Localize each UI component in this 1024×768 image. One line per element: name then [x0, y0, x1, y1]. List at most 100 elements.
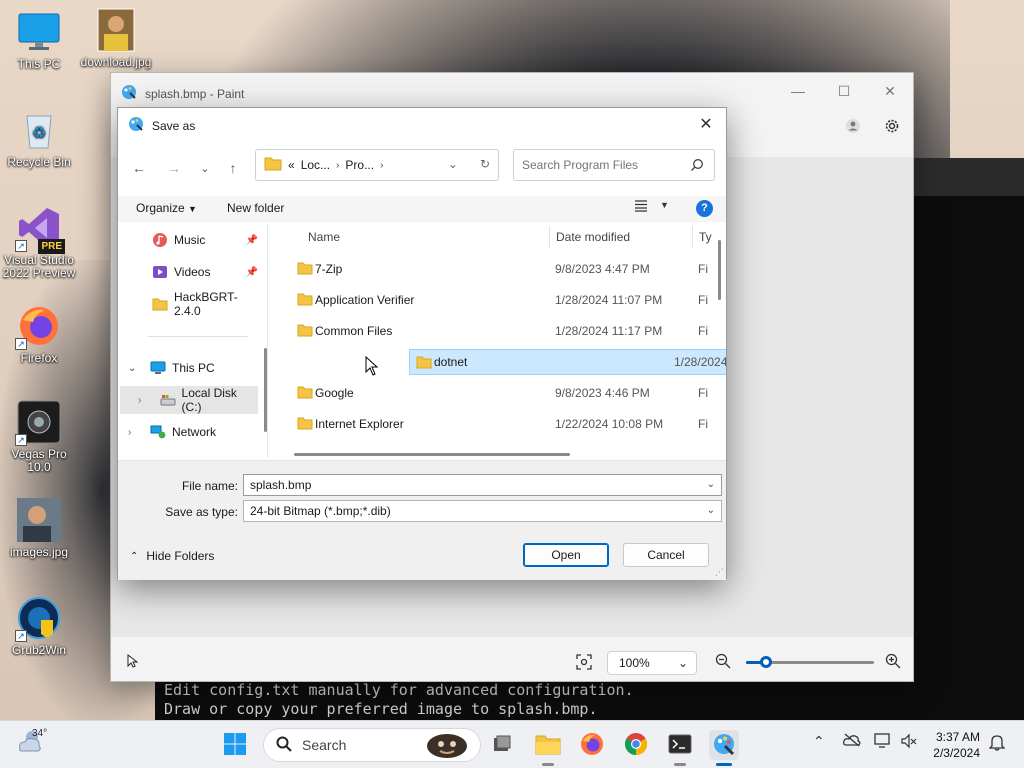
column-separator[interactable]: [692, 226, 693, 248]
nav-pane-scrollbar[interactable]: [264, 348, 267, 432]
file-type: Fi: [698, 417, 708, 431]
address-bar[interactable]: « Loc... › Pro... › ⌄ ↻: [255, 149, 499, 181]
up-button[interactable]: ↑: [222, 157, 244, 179]
file-name-field[interactable]: splash.bmp ⌄: [243, 474, 722, 496]
close-button[interactable]: ✕: [867, 73, 913, 109]
zoom-out-icon[interactable]: [715, 653, 731, 672]
desktop-icon-grub2win[interactable]: ↗ Grub2Win: [1, 596, 77, 657]
taskbar-task-view[interactable]: [487, 730, 517, 760]
gear-icon[interactable]: [883, 117, 901, 138]
refresh-icon[interactable]: ↻: [480, 157, 490, 171]
terminal-icon: [668, 734, 692, 757]
onedrive-offline-icon[interactable]: [843, 733, 861, 750]
chevron-down-icon[interactable]: ⌄: [128, 363, 144, 374]
volume-muted-icon[interactable]: [901, 733, 917, 752]
recent-locations-button[interactable]: ⌄: [194, 157, 216, 179]
save-as-type-select[interactable]: 24-bit Bitmap (*.bmp;*.dib) ⌄: [243, 500, 722, 522]
new-folder-button[interactable]: New folder: [227, 201, 284, 215]
network-disconnected-icon[interactable]: [874, 733, 892, 752]
resize-grip-icon[interactable]: ⋰: [715, 567, 724, 578]
address-segment[interactable]: Loc...: [301, 158, 330, 172]
taskbar-terminal[interactable]: [665, 730, 695, 766]
chevron-down-icon[interactable]: ⌄: [448, 157, 458, 171]
hide-folders-button[interactable]: ⌃ Hide Folders: [130, 549, 214, 563]
paint-toolbar-right: [845, 117, 901, 138]
mouse-cursor-icon: [365, 355, 379, 379]
open-button[interactable]: Open: [523, 543, 609, 567]
desktop-icon-recycle-bin[interactable]: ♻ Recycle Bin: [1, 108, 77, 169]
image-thumbnail-icon: [94, 8, 138, 52]
shortcut-arrow-icon: ↗: [15, 240, 27, 252]
file-list-horizontal-scrollbar[interactable]: [294, 453, 570, 456]
nav-item-network[interactable]: › Network: [118, 418, 264, 446]
nav-item-local-disk[interactable]: › Local Disk (C:): [120, 386, 258, 414]
file-row[interactable]: Application Verifier 1/28/2024 11:07 PM …: [291, 287, 711, 313]
taskbar-firefox[interactable]: [577, 730, 607, 760]
dialog-title: Save as: [152, 118, 196, 133]
weather-widget[interactable]: 34°: [16, 728, 47, 756]
chevron-down-icon[interactable]: ⌄: [707, 475, 715, 495]
taskbar-search[interactable]: Search: [263, 728, 481, 762]
column-header-type[interactable]: Ty: [699, 224, 712, 250]
save-as-dialog[interactable]: Save as ✕ ← → ⌄ ↑ « Loc... › Pro... › ⌄ …: [117, 107, 727, 580]
search-input[interactable]: [522, 158, 682, 172]
desktop-icon-download-jpg[interactable]: download.jpg: [78, 8, 154, 69]
desktop-icon-this-pc[interactable]: This PC: [1, 10, 77, 71]
taskbar-clock[interactable]: 3:37 AM 2/3/2024: [924, 729, 980, 761]
fit-screen-icon[interactable]: [576, 654, 592, 673]
help-button[interactable]: ?: [696, 200, 713, 217]
zoom-in-icon[interactable]: [885, 653, 901, 672]
chevron-right-icon[interactable]: ›: [138, 395, 154, 406]
address-overflow[interactable]: «: [288, 158, 295, 172]
running-indicator: [542, 763, 554, 766]
desktop-icon-images-jpg[interactable]: images.jpg: [1, 498, 77, 559]
change-view-button[interactable]: ▼: [634, 200, 669, 215]
shortcut-arrow-icon: ↗: [15, 630, 27, 642]
organize-button[interactable]: Organize ▼: [136, 201, 197, 215]
file-row-selected[interactable]: dotnet 1/28/2024 11:00 PM Fi: [409, 349, 726, 375]
nav-item-this-pc[interactable]: ⌄ This PC: [118, 354, 264, 382]
video-icon: [152, 264, 168, 280]
start-button[interactable]: [220, 730, 250, 760]
paint-app-icon: [128, 116, 144, 135]
taskbar-paint[interactable]: [709, 730, 739, 766]
column-header-date[interactable]: Date modified: [556, 224, 630, 250]
back-button[interactable]: ←: [128, 157, 150, 179]
notification-bell-icon[interactable]: [988, 733, 1006, 754]
dialog-close-button[interactable]: ✕: [692, 111, 720, 137]
nav-item-label: Music: [174, 233, 206, 247]
forward-button[interactable]: →: [163, 157, 185, 179]
column-header-name[interactable]: Name: [308, 224, 340, 250]
file-date: 9/8/2023 4:47 PM: [555, 262, 650, 276]
file-row[interactable]: Common Files 1/28/2024 11:17 PM Fi: [291, 318, 711, 344]
desktop-icon-firefox[interactable]: ↗ Firefox: [1, 304, 77, 365]
address-segment[interactable]: Pro...: [345, 158, 374, 172]
chevron-right-icon[interactable]: ›: [128, 427, 144, 438]
taskbar-file-explorer[interactable]: [533, 730, 563, 766]
nav-item-videos[interactable]: Videos 📌: [118, 258, 264, 286]
zoom-slider[interactable]: [746, 656, 874, 668]
file-row[interactable]: 7-Zip 9/8/2023 4:47 PM Fi: [291, 256, 711, 282]
desktop-icon-visual-studio[interactable]: PRE ↗ Visual Studio 2022 Preview: [1, 206, 77, 280]
image-thumbnail-icon: [17, 498, 61, 542]
nav-item-music[interactable]: Music 📌: [118, 226, 264, 254]
zoom-level-dropdown[interactable]: 100% ⌄: [607, 651, 697, 675]
svg-text:♻: ♻: [32, 123, 46, 142]
column-separator[interactable]: [549, 226, 550, 248]
account-icon[interactable]: [845, 118, 861, 137]
maximize-button[interactable]: ☐: [821, 73, 867, 109]
cancel-button[interactable]: Cancel: [623, 543, 709, 567]
taskbar-chrome[interactable]: [621, 730, 651, 760]
file-name: Google: [315, 386, 354, 400]
desktop-icon-vegas-pro[interactable]: ↗ Vegas Pro 10.0: [1, 400, 77, 474]
minimize-button[interactable]: —: [775, 73, 821, 109]
show-hidden-icons-chevron-icon[interactable]: ⌃: [813, 733, 825, 750]
file-row[interactable]: Internet Explorer 1/22/2024 10:08 PM Fi: [291, 411, 711, 437]
search-box[interactable]: [513, 149, 715, 181]
nav-item-hackbgrt[interactable]: HackBGRT-2.4.0: [118, 290, 264, 318]
selection-cursor-icon: [127, 653, 139, 671]
desktop-icon-label: This PC: [17, 57, 61, 71]
file-row[interactable]: Google 9/8/2023 4:46 PM Fi: [291, 380, 711, 406]
file-list-vertical-scrollbar[interactable]: [718, 240, 721, 300]
zoom-slider-thumb[interactable]: [760, 656, 772, 668]
